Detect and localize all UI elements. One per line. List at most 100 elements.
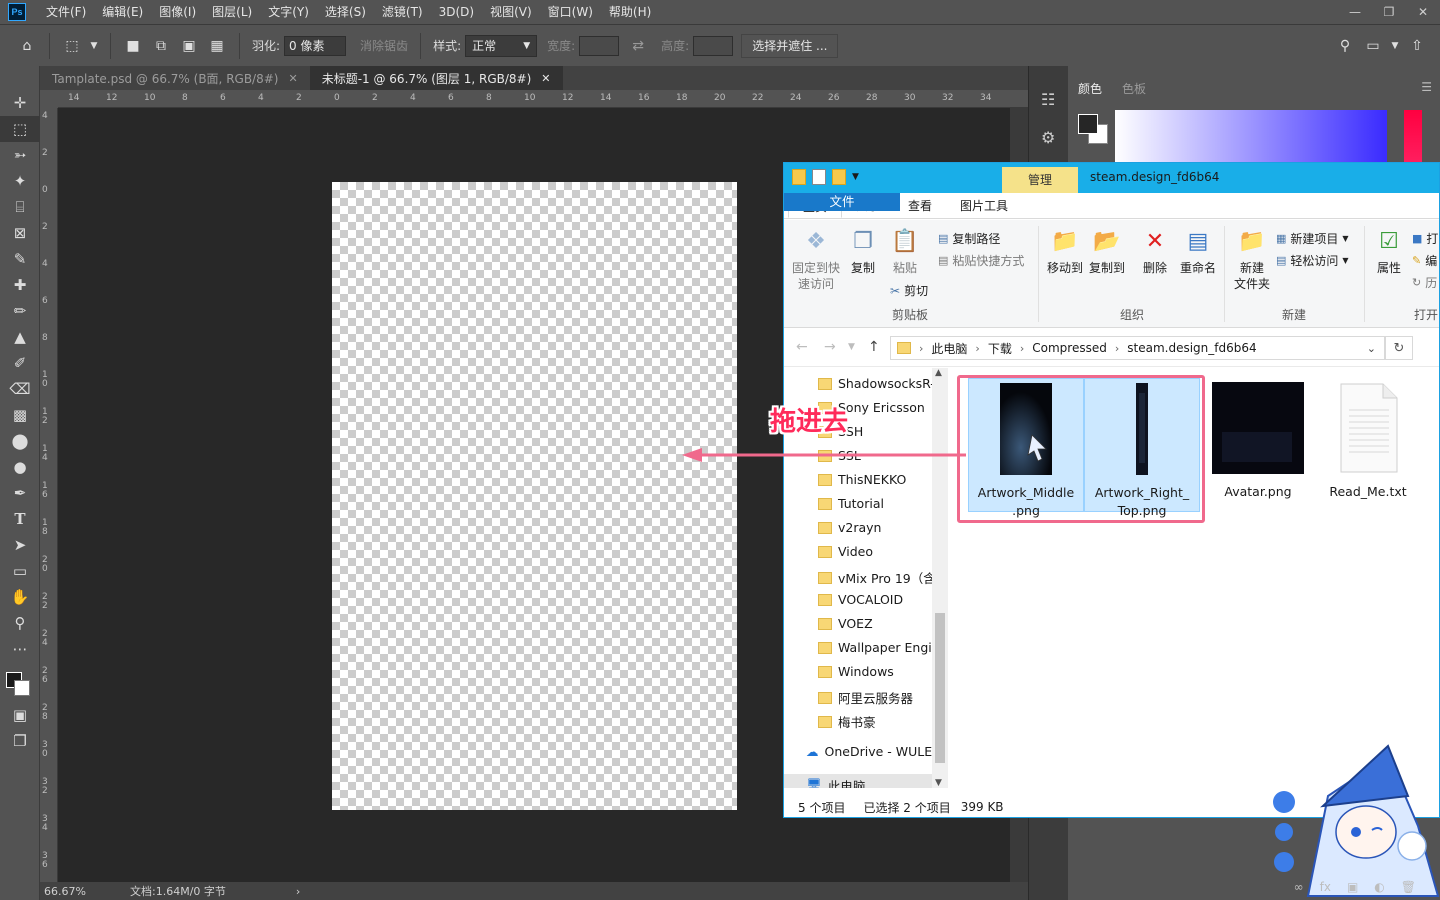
menu-3d[interactable]: 3D(D) <box>431 0 482 24</box>
foreground-swatch[interactable] <box>1078 114 1098 134</box>
tree-folder-item[interactable]: VOCALOID <box>818 592 903 607</box>
zoom-level[interactable]: 66.67% <box>44 885 124 898</box>
nav-scrollbar-thumb[interactable] <box>935 613 945 763</box>
panel-menu-icon[interactable]: ☰ <box>1421 80 1432 94</box>
hand-tool-icon[interactable]: ✋ <box>0 584 40 610</box>
select-and-mask-button[interactable]: 选择并遮住 ... <box>741 33 839 58</box>
minimize-icon[interactable]: — <box>1338 0 1372 24</box>
ruler-left[interactable]: 4 2 0 2 4 6 8 1 0 1 2 1 4 1 6 1 8 2 0 2 2 2 4 2 6 2 8 3 0… <box>40 108 58 882</box>
antialias-checkbox[interactable]: 消除锯齿 <box>360 37 408 54</box>
forward-arrow-icon[interactable]: → <box>824 339 836 355</box>
rename-button[interactable]: ▤ 重命名 <box>1178 228 1218 276</box>
more-tools-icon[interactable]: ⋯ <box>0 636 40 662</box>
tree-folder-item[interactable]: Tutorial <box>818 496 884 511</box>
path-select-icon[interactable]: ➤ <box>0 532 40 558</box>
eraser-tool-icon[interactable]: ⌫ <box>0 376 40 402</box>
marquee-preset-icon[interactable]: ⬚ <box>61 35 83 57</box>
height-input[interactable] <box>693 35 734 56</box>
menu-edit[interactable]: 编辑(E) <box>94 0 151 24</box>
screen-mode-icon[interactable]: ❐ <box>0 728 40 754</box>
healing-brush-icon[interactable]: ✚ <box>0 272 40 298</box>
open-button[interactable]: ■ 打 <box>1412 230 1438 247</box>
breadcrumb-current[interactable]: steam.design_fd6b64 <box>1127 341 1256 355</box>
properties-icon[interactable] <box>812 169 826 185</box>
tab-untitled-1[interactable]: 未标题-1 @ 66.7% (图层 1, RGB/8#) ✕ <box>309 66 563 90</box>
breadcrumb-this-pc[interactable]: 此电脑 <box>931 340 967 357</box>
tree-folder-item[interactable]: v2rayn <box>818 520 881 535</box>
tree-folder-item[interactable]: 梅书豪 <box>818 712 876 731</box>
address-box[interactable]: › 此电脑 › 下载 › Compressed › steam.design_f… <box>890 336 1385 360</box>
scroll-up-icon[interactable]: ▲ <box>935 368 942 378</box>
chevron-down-icon[interactable]: ▼ <box>852 169 859 185</box>
width-input[interactable] <box>579 35 620 56</box>
color-picker-field[interactable] <box>1115 110 1387 165</box>
marquee-tool-icon[interactable]: ⬚ <box>0 116 40 142</box>
folder-icon[interactable] <box>792 169 806 185</box>
stamp-tool-icon[interactable]: ▲ <box>0 324 40 350</box>
brush-tool-icon[interactable]: ✏ <box>0 298 40 324</box>
close-icon[interactable]: ✕ <box>1406 0 1440 24</box>
tree-onedrive[interactable]: ☁ OneDrive - WULEI <box>806 744 936 759</box>
cut-button[interactable]: ✂ 剪切 <box>890 282 928 299</box>
copy-button[interactable]: ❐ 复制 <box>846 228 880 276</box>
tree-folder-item[interactable]: Windows <box>818 664 894 679</box>
new-item-button[interactable]: ▦ 新建项目 ▼ <box>1276 230 1349 247</box>
tab-file[interactable]: 文件 <box>784 193 900 211</box>
mask-icon[interactable]: ▣ <box>1347 880 1358 894</box>
intersect-selection-icon[interactable]: ▦ <box>206 35 228 57</box>
lasso-tool-icon[interactable]: ➳ <box>0 142 40 168</box>
color-swatches[interactable] <box>0 662 39 702</box>
chevron-down-icon[interactable]: ▼ <box>1390 35 1400 57</box>
new-selection-icon[interactable]: ■ <box>122 35 144 57</box>
recent-locations-icon[interactable]: ▼ <box>848 342 855 352</box>
tree-folder-item[interactable]: Wallpaper Engin <box>818 640 940 655</box>
easy-access-button[interactable]: ▤ 轻松访问 ▼ <box>1276 252 1349 269</box>
fx-icon[interactable]: fx <box>1320 880 1331 894</box>
transparent-canvas[interactable] <box>332 182 737 810</box>
paste-shortcut-button[interactable]: ▤ 粘贴快捷方式 <box>938 252 1024 269</box>
pin-quick-access-button[interactable]: ❖ 固定到快 速访问 <box>792 228 840 292</box>
tab-swatches[interactable]: 色板 <box>1122 80 1146 97</box>
scroll-down-icon[interactable]: ▼ <box>935 778 942 788</box>
chevron-down-icon[interactable]: ▼ <box>89 35 99 57</box>
menu-select[interactable]: 选择(S) <box>317 0 374 24</box>
frame-tool-icon[interactable]: ⊠ <box>0 220 40 246</box>
history-panel-icon[interactable]: ☷ <box>1041 90 1055 109</box>
hue-slider[interactable] <box>1404 110 1422 165</box>
tab-view[interactable]: 查看 <box>894 193 946 218</box>
history-brush-icon[interactable]: ✐ <box>0 350 40 376</box>
file-avatar[interactable]: Avatar.png <box>1200 378 1316 512</box>
share-icon[interactable]: ⇧ <box>1406 35 1428 57</box>
style-select[interactable]: 正常 ▼ <box>465 34 538 57</box>
tab-picture-tools[interactable]: 图片工具 <box>946 193 1022 218</box>
crop-tool-icon[interactable]: ⌸ <box>0 194 40 220</box>
paste-button[interactable]: 📋 粘贴 <box>888 228 922 276</box>
tree-folder-item[interactable]: ShadowsocksR-w <box>818 376 945 391</box>
new-folder-button[interactable]: 📁 新建 文件夹 <box>1230 228 1274 292</box>
link-icon[interactable]: ∞ <box>1294 880 1304 894</box>
menu-file[interactable]: 文件(F) <box>38 0 94 24</box>
delete-button[interactable]: ✕ 删除 <box>1138 228 1172 276</box>
search-icon[interactable]: ⚲ <box>1334 35 1356 57</box>
copy-to-button[interactable]: 📂 复制到 <box>1088 228 1126 276</box>
workspace-icon[interactable]: ▭ <box>1362 35 1384 57</box>
breadcrumb-compressed[interactable]: Compressed <box>1032 341 1107 355</box>
tab-manage[interactable]: 管理 <box>1002 167 1078 193</box>
menu-image[interactable]: 图像(I) <box>151 0 204 24</box>
menu-layer[interactable]: 图层(L) <box>204 0 260 24</box>
dodge-tool-icon[interactable]: ● <box>0 454 40 480</box>
menu-help[interactable]: 帮助(H) <box>601 0 659 24</box>
magic-wand-icon[interactable]: ✦ <box>0 168 40 194</box>
blur-tool-icon[interactable]: ⬤ <box>0 428 40 454</box>
adjustment-icon[interactable]: ◐ <box>1374 880 1384 894</box>
menu-view[interactable]: 视图(V) <box>482 0 540 24</box>
trash-icon[interactable]: 🗑 <box>1401 880 1416 894</box>
home-icon[interactable]: ⌂ <box>16 35 38 57</box>
eyedropper-icon[interactable]: ✎ <box>0 246 40 272</box>
add-selection-icon[interactable]: ⧉ <box>150 35 172 57</box>
tree-folder-item[interactable]: vMix Pro 19（含 <box>818 568 936 587</box>
menu-window[interactable]: 窗口(W) <box>540 0 601 24</box>
quick-mask-icon[interactable]: ▣ <box>0 702 40 728</box>
chevron-down-icon[interactable]: ⌄ <box>1367 342 1376 355</box>
background-color-icon[interactable] <box>14 680 30 696</box>
